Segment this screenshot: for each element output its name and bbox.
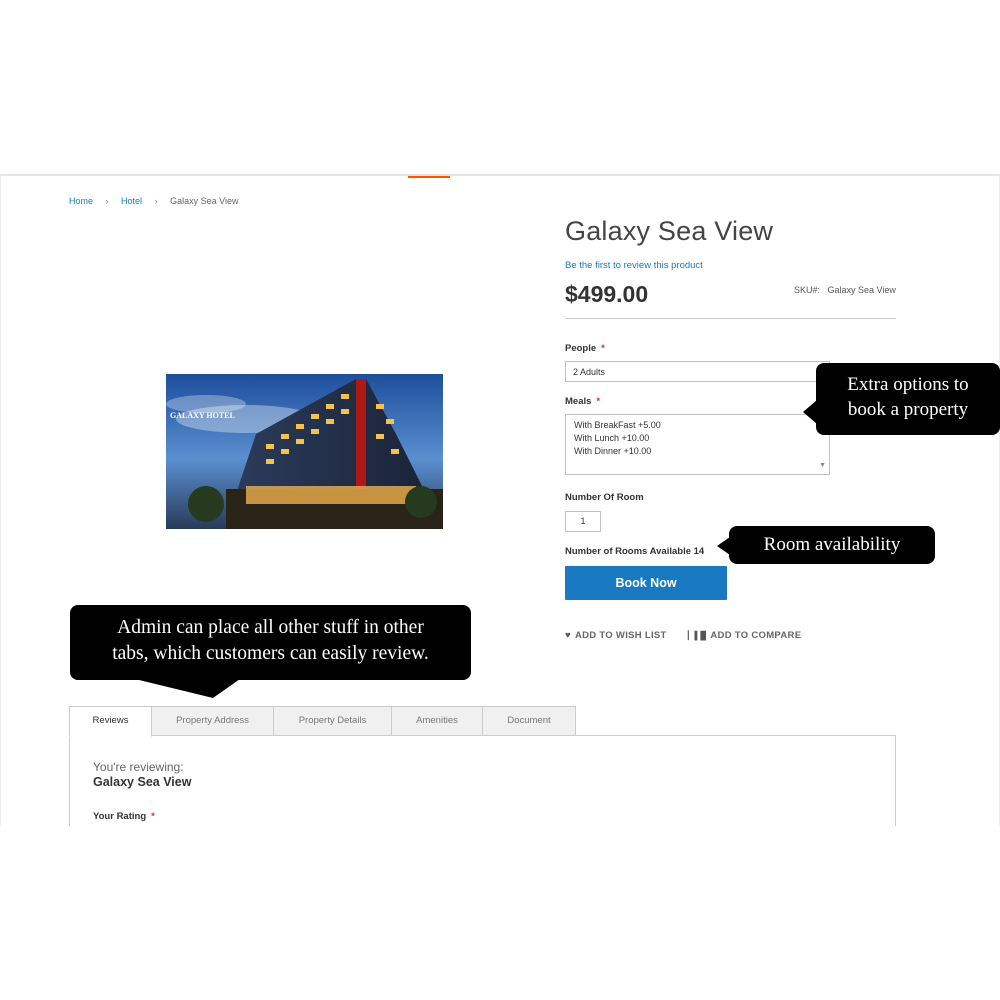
breadcrumb: Home › Hotel › Galaxy Sea View xyxy=(69,196,238,206)
rooms-available-text: Number of Rooms Available 14 xyxy=(565,546,705,557)
callout-extra-options: Extra options to book a property xyxy=(816,363,1000,435)
reviewing-product-name: Galaxy Sea View xyxy=(93,775,192,789)
number-of-room-input[interactable]: 1 xyxy=(565,511,601,532)
callout-pointer xyxy=(135,679,240,698)
breadcrumb-hotel-link[interactable]: Hotel xyxy=(121,196,142,206)
tab-property-address[interactable]: Property Address xyxy=(151,706,274,736)
tab-property-details[interactable]: Property Details xyxy=(273,706,392,736)
meals-option[interactable]: With Dinner +10.00 xyxy=(574,445,821,458)
required-mark: * xyxy=(601,343,605,354)
meals-option[interactable]: With BreakFast +5.00 xyxy=(574,419,821,432)
sku-value: Galaxy Sea View xyxy=(827,285,896,295)
meals-multiselect[interactable]: With BreakFast +5.00 With Lunch +10.00 W… xyxy=(565,414,830,475)
callout-pointer xyxy=(803,400,817,424)
active-nav-indicator xyxy=(408,176,450,178)
add-to-wishlist-link[interactable]: ♥ ADD TO WISH LIST xyxy=(565,630,667,641)
tab-amenities[interactable]: Amenities xyxy=(391,706,483,736)
people-label: People * xyxy=(565,343,605,354)
hotel-image-caption: GALAXY HOTEL xyxy=(170,411,235,420)
page-bottom-whitespace xyxy=(0,826,1000,1000)
sku-label: SKU#: xyxy=(794,285,821,295)
callout-room-availability: Room availability xyxy=(729,526,935,564)
bar-chart-icon: ▏▌█ xyxy=(688,631,707,640)
callout-pointer xyxy=(717,537,730,555)
chevron-right-icon: › xyxy=(105,196,109,206)
meals-label: Meals * xyxy=(565,396,601,407)
review-product-link[interactable]: Be the first to review this product xyxy=(565,260,703,271)
your-rating-label: Your Rating * xyxy=(93,811,155,822)
book-now-button[interactable]: Book Now xyxy=(565,566,727,600)
tab-document[interactable]: Document xyxy=(482,706,576,736)
breadcrumb-current: Galaxy Sea View xyxy=(170,196,239,206)
scroll-down-icon[interactable]: ▼ xyxy=(819,459,826,472)
heart-icon: ♥ xyxy=(565,630,571,641)
people-select[interactable]: 2 Adults xyxy=(565,361,830,382)
product-image[interactable]: GALAXY HOTEL xyxy=(166,374,443,529)
product-title: Galaxy Sea View xyxy=(565,216,774,246)
product-price: $499.00 xyxy=(565,281,649,307)
chevron-right-icon: › xyxy=(154,196,158,206)
callout-tabs-info: Admin can place all other stuff in other… xyxy=(70,605,471,680)
divider xyxy=(565,318,896,319)
add-to-compare-link[interactable]: ▏▌█ ADD TO COMPARE xyxy=(688,630,801,641)
breadcrumb-home-link[interactable]: Home xyxy=(69,196,93,206)
required-mark: * xyxy=(151,811,155,822)
meals-option[interactable]: With Lunch +10.00 xyxy=(574,432,821,445)
reviewing-label: You're reviewing: xyxy=(93,760,184,774)
number-of-room-label: Number Of Room xyxy=(565,492,644,503)
product-sku: SKU#: Galaxy Sea View xyxy=(794,285,896,295)
required-mark: * xyxy=(596,396,601,407)
tab-reviews[interactable]: Reviews xyxy=(69,706,152,737)
